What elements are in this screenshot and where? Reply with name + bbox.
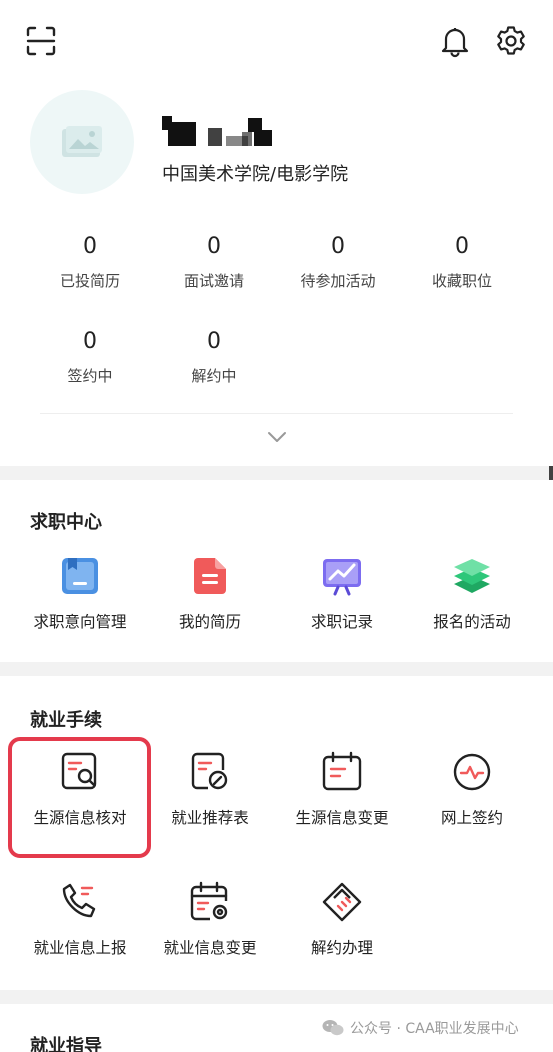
watermark: 公众号 · CAA职业发展中心 <box>322 1018 519 1038</box>
employment-recommendation-button[interactable]: 就业推荐表 <box>144 750 276 828</box>
grid-label: 求职记录 <box>310 613 373 631</box>
grid-label: 求职意向管理 <box>33 613 127 631</box>
chart-record-icon <box>323 559 361 596</box>
job-record-button[interactable]: 求职记录 <box>276 554 408 632</box>
grid-label: 就业信息变更 <box>163 939 257 957</box>
document-edit-icon <box>191 752 228 790</box>
stat-label: 收藏职位 <box>431 272 492 290</box>
stat-interview-invites[interactable]: 0 面试邀请 <box>154 234 274 291</box>
stat-saved-jobs[interactable]: 0 收藏职位 <box>402 234 522 291</box>
stat-value: 0 <box>331 234 345 259</box>
grid-label: 就业信息上报 <box>33 939 127 957</box>
stat-value: 0 <box>207 329 221 354</box>
section-title: 就业手续 <box>30 710 102 731</box>
job-center-section: 求职中心 求职意向管理 我的简历 求职记录 报名的活动 <box>0 480 553 662</box>
employment-info-report-button[interactable]: 就业信息上报 <box>14 880 146 958</box>
section-title: 就业指导 <box>30 1036 102 1052</box>
employment-info-change-button[interactable]: 就业信息变更 <box>144 880 276 958</box>
gear-icon[interactable] <box>494 24 528 58</box>
employment-procedures-section: 就业手续 生源信息核对 就业推荐表 生源信息变更 网上签约 就业信息上报 就业信… <box>0 676 553 990</box>
watermark-text: 公众号 · CAA职业发展中心 <box>350 1021 519 1037</box>
bell-icon[interactable] <box>438 24 472 58</box>
stat-signing[interactable]: 0 签约中 <box>30 329 150 386</box>
grid-label: 报名的活动 <box>433 613 511 631</box>
stat-label: 签约中 <box>67 367 113 385</box>
source-info-change-button[interactable]: 生源信息变更 <box>276 750 408 828</box>
stat-terminating[interactable]: 0 解约中 <box>154 329 274 386</box>
scan-icon[interactable] <box>24 24 58 58</box>
phone-report-icon <box>62 883 96 918</box>
registered-events-button[interactable]: 报名的活动 <box>406 554 538 632</box>
stat-resumes-sent[interactable]: 0 已投简历 <box>30 234 150 291</box>
stat-value: 0 <box>83 329 97 354</box>
section-title: 求职中心 <box>30 512 102 533</box>
pulse-circle-icon <box>453 753 491 791</box>
divider <box>40 413 513 414</box>
contract-termination-button[interactable]: 解约办理 <box>276 880 408 958</box>
image-placeholder-icon <box>62 126 102 157</box>
stat-label: 已投简历 <box>59 272 120 290</box>
profile-card: 中国美术学院/电影学院 0 已投简历 0 面试邀请 0 待参加活动 0 收藏职位… <box>0 0 553 466</box>
my-resume-button[interactable]: 我的简历 <box>144 554 276 632</box>
stat-value: 0 <box>83 234 97 259</box>
school-name: 中国美术学院/电影学院 <box>162 164 349 185</box>
chevron-down-icon[interactable] <box>266 430 288 444</box>
avatar[interactable] <box>30 90 134 194</box>
stat-label: 待参加活动 <box>300 272 376 290</box>
layers-icon <box>454 559 490 593</box>
stat-label: 解约中 <box>191 367 237 385</box>
calendar-document-icon <box>322 751 362 791</box>
grid-label: 我的简历 <box>178 613 241 631</box>
grid-label: 生源信息变更 <box>295 809 389 827</box>
job-intention-button[interactable]: 求职意向管理 <box>14 554 146 632</box>
stat-pending-events[interactable]: 0 待参加活动 <box>278 234 398 291</box>
stat-value: 0 <box>455 234 469 259</box>
calendar-settings-icon <box>190 881 228 921</box>
stat-label: 面试邀请 <box>183 272 244 290</box>
resume-document-icon <box>194 558 226 594</box>
highlight-annotation <box>8 737 151 858</box>
bookmark-folder-icon <box>62 558 98 594</box>
grid-label: 解约办理 <box>310 939 373 957</box>
stat-value: 0 <box>207 234 221 259</box>
wechat-icon <box>322 1020 344 1036</box>
user-name-redacted <box>162 112 282 148</box>
grid-label: 网上签约 <box>440 809 503 827</box>
handshake-icon <box>322 882 362 922</box>
grid-label: 就业推荐表 <box>171 809 249 827</box>
online-signing-button[interactable]: 网上签约 <box>406 750 538 828</box>
